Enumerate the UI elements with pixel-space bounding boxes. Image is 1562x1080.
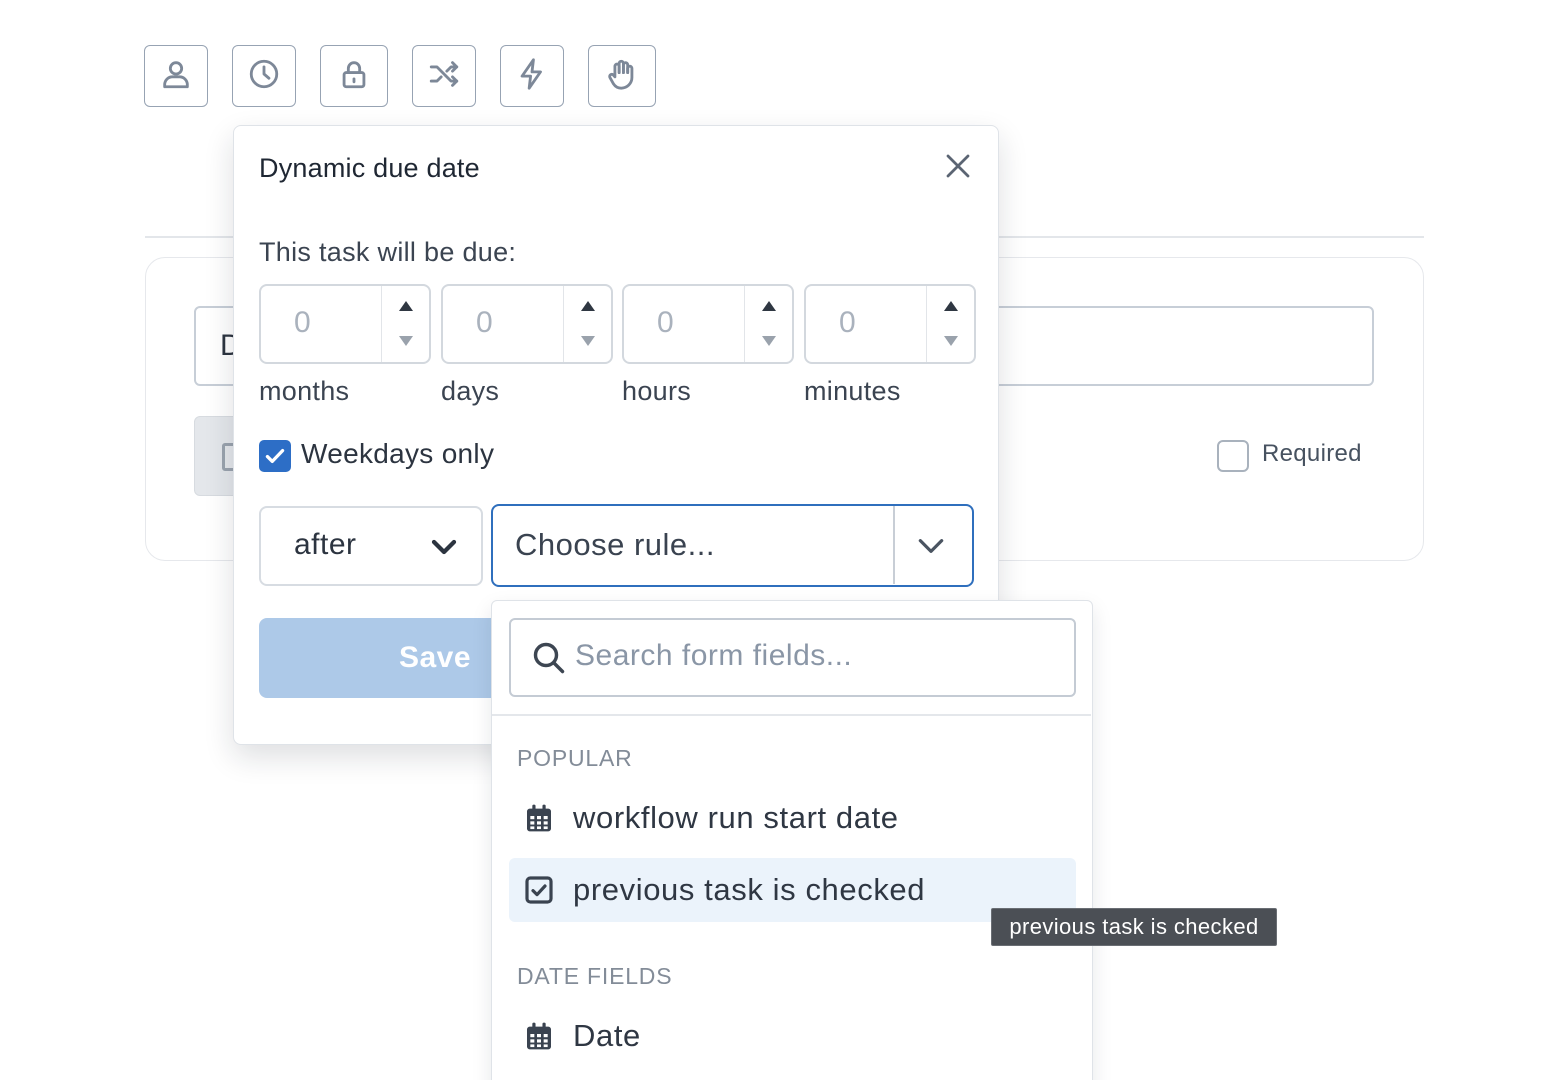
calendar-icon [523, 1020, 555, 1052]
months-label: months [259, 376, 350, 406]
close-button[interactable] [940, 150, 976, 186]
minutes-value: 0 [839, 306, 856, 339]
close-icon [943, 151, 973, 186]
due-date-button[interactable] [232, 45, 296, 107]
hours-label: hours [622, 376, 692, 406]
hours-spinner[interactable] [744, 286, 792, 362]
lightning-icon [515, 57, 549, 96]
assignee-button[interactable] [144, 45, 208, 107]
tooltip-text: previous task is checked [1009, 914, 1259, 939]
days-spinner[interactable] [563, 286, 611, 362]
stop-task-button[interactable] [588, 45, 656, 107]
days-input[interactable]: 0 [441, 284, 613, 364]
user-icon [159, 57, 193, 96]
months-input[interactable]: 0 [259, 284, 431, 364]
months-spinner[interactable] [381, 286, 429, 362]
relation-value: after [294, 528, 357, 561]
automation-button[interactable] [500, 45, 564, 107]
option-label: previous task is checked [573, 872, 926, 907]
lock-icon [337, 57, 371, 96]
conditional-logic-button[interactable] [412, 45, 476, 107]
search-input[interactable] [575, 639, 1055, 673]
save-label: Save [398, 641, 472, 674]
section-header-popular: POPULAR [517, 745, 633, 771]
minutes-input[interactable]: 0 [804, 284, 976, 364]
rule-dropdown-menu: POPULAR workflow run start date previous… [491, 600, 1093, 1080]
modal-title: Dynamic due date [259, 153, 480, 183]
search-field[interactable] [509, 618, 1076, 697]
hand-icon [605, 57, 639, 96]
clock-icon [247, 57, 281, 96]
option-label: Date [573, 1018, 641, 1053]
months-value: 0 [294, 306, 311, 339]
rule-select[interactable]: Choose rule... [491, 504, 974, 587]
days-value: 0 [476, 306, 493, 339]
option-date[interactable]: Date [509, 1004, 1076, 1068]
due-label: This task will be due: [259, 237, 517, 267]
chevron-down-icon [429, 532, 459, 562]
weekdays-only-checkbox[interactable] [259, 440, 291, 472]
permissions-button[interactable] [320, 45, 388, 107]
section-header-date-fields: DATE FIELDS [517, 963, 673, 989]
shuffle-icon [427, 57, 461, 96]
option-label: workflow run start date [573, 800, 899, 835]
hours-input[interactable]: 0 [622, 284, 794, 364]
checkmark-icon [265, 448, 285, 464]
tooltip: previous task is checked [991, 908, 1277, 946]
minutes-label: minutes [804, 376, 901, 406]
weekdays-only-label: Weekdays only [301, 438, 495, 469]
dropdown-divider [492, 714, 1091, 716]
chevron-down-icon [915, 530, 947, 562]
hours-value: 0 [657, 306, 674, 339]
relation-select[interactable]: after [259, 506, 483, 586]
search-icon [531, 640, 567, 676]
checkbox-icon [523, 874, 555, 906]
rule-placeholder: Choose rule... [515, 527, 715, 562]
minutes-spinner[interactable] [926, 286, 974, 362]
rule-select-separator [893, 506, 895, 584]
required-label: Required [1262, 440, 1362, 467]
option-workflow-run-start-date[interactable]: workflow run start date [509, 786, 1076, 850]
days-label: days [441, 376, 500, 406]
calendar-icon [523, 802, 555, 834]
required-checkbox[interactable] [1217, 440, 1249, 472]
